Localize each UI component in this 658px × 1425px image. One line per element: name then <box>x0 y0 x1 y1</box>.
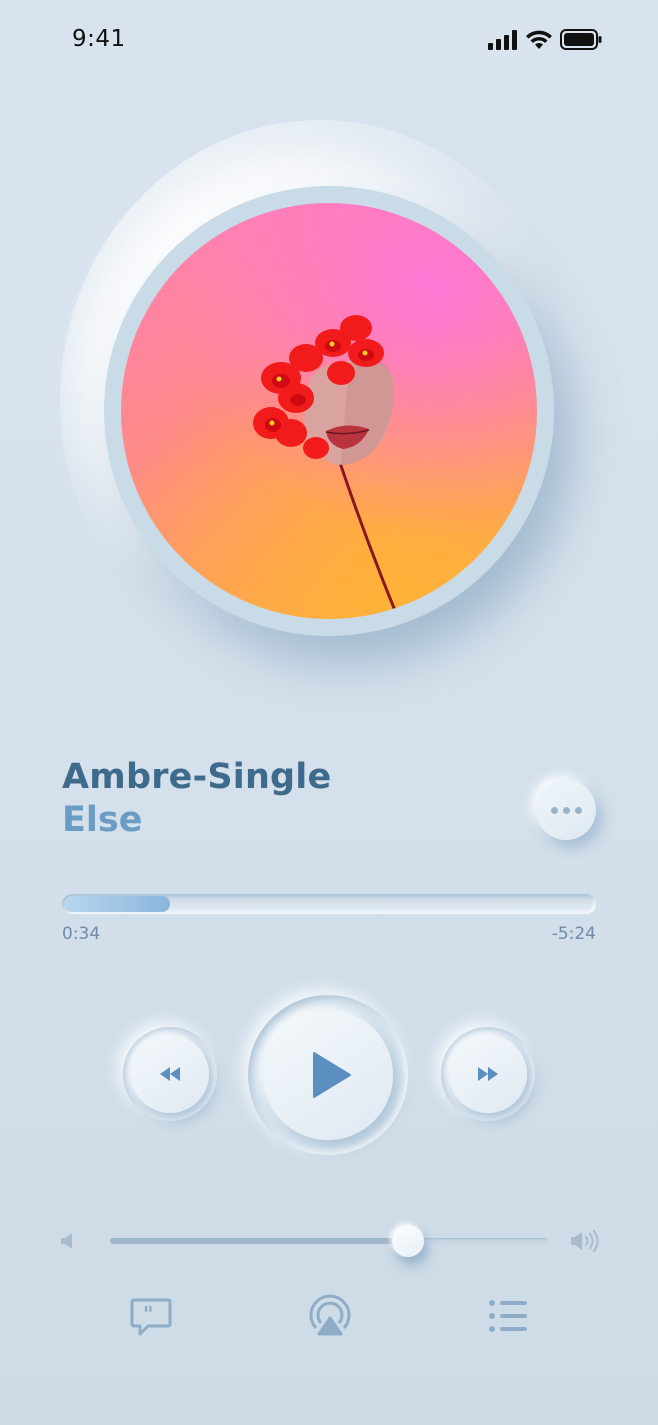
lyrics-button[interactable]: " <box>130 1296 172 1338</box>
progress-fill <box>64 896 170 912</box>
play-button[interactable] <box>263 1010 393 1140</box>
wifi-icon <box>526 30 552 49</box>
svg-text:": " <box>143 1302 153 1326</box>
time-remaining: -5:24 <box>551 924 596 944</box>
speaker-high-icon[interactable] <box>570 1230 600 1252</box>
battery-icon <box>560 29 602 50</box>
fast-forward-button[interactable] <box>449 1035 527 1113</box>
airplay-icon <box>309 1294 351 1336</box>
rewind-button[interactable] <box>131 1035 209 1113</box>
track-artist[interactable]: Else <box>62 800 142 840</box>
fast-forward-icon <box>478 1067 498 1081</box>
airplay-button[interactable] <box>308 1294 352 1338</box>
more-options-button[interactable] <box>536 780 596 840</box>
status-time: 9:41 <box>72 26 126 52</box>
volume-knob[interactable] <box>392 1225 424 1257</box>
more-dot <box>574 806 582 814</box>
more-dot <box>562 806 570 814</box>
album-art-flower-portrait <box>253 315 398 614</box>
more-dots-icon <box>550 806 558 814</box>
queue-button[interactable] <box>488 1299 528 1333</box>
album-art <box>121 203 537 619</box>
speaker-low-icon[interactable] <box>60 1232 76 1250</box>
status-icons <box>488 29 602 50</box>
volume-fill <box>110 1238 408 1244</box>
time-elapsed: 0:34 <box>62 924 101 944</box>
queue-list-icon <box>489 1300 527 1332</box>
rewind-icon <box>160 1067 180 1081</box>
signal-icon <box>488 29 517 50</box>
volume-slider[interactable] <box>110 1225 548 1257</box>
track-title: Ambre-Single <box>62 757 332 797</box>
lyrics-icon: " <box>130 1298 172 1336</box>
progress-bar[interactable] <box>62 894 596 914</box>
play-icon <box>313 1052 351 1098</box>
